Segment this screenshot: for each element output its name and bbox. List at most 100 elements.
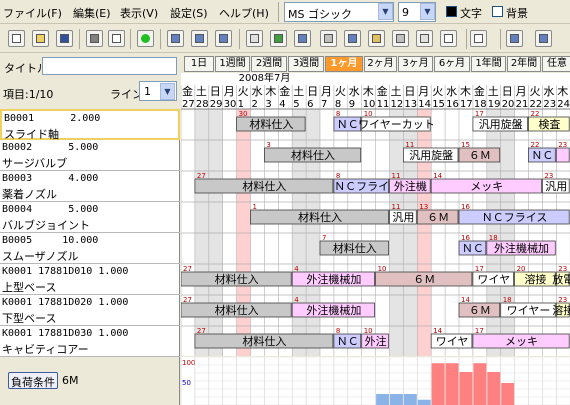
- tab-scale-6[interactable]: 3ヶ月: [398, 56, 433, 72]
- open-icon[interactable]: [32, 30, 49, 47]
- task-start-number: 16: [461, 234, 470, 242]
- day-label: 30: [224, 99, 237, 110]
- text-checkbox-label: 文字: [460, 7, 482, 20]
- task-label: 汎用: [545, 179, 567, 193]
- menu-item-0[interactable]: ファイル(F): [3, 5, 62, 21]
- arrange-icon[interactable]: [320, 30, 337, 47]
- day-label: 5: [293, 99, 299, 110]
- task-start-number: 11: [405, 141, 414, 149]
- background-checkbox[interactable]: [492, 6, 503, 17]
- task-label: 外注機械加: [306, 303, 361, 317]
- run-icon[interactable]: [137, 30, 154, 47]
- task-label: 材料仕入: [215, 272, 259, 286]
- outdent-icon[interactable]: [535, 30, 552, 47]
- task-label: ワイヤーカット: [358, 118, 435, 131]
- text-checkbox[interactable]: [446, 6, 457, 17]
- task-label: 汎用: [392, 210, 414, 224]
- task-bar[interactable]: [555, 147, 570, 163]
- chart-icon[interactable]: [294, 30, 311, 47]
- tab-scale-8[interactable]: 1年間: [471, 56, 506, 72]
- text-icon[interactable]: [344, 30, 361, 47]
- menu-item-3[interactable]: 設定(S): [170, 5, 208, 21]
- copy-icon[interactable]: [392, 30, 409, 47]
- task-start-number: 30: [239, 110, 248, 118]
- print-icon[interactable]: [86, 30, 103, 47]
- task-start-number: 1: [253, 203, 257, 211]
- list-item[interactable]: K0001 17881D020 1.000 下型ベース: [0, 295, 180, 326]
- load-bar: [417, 399, 431, 405]
- layout1-icon[interactable]: [167, 30, 184, 47]
- layout3-icon[interactable]: [215, 30, 232, 47]
- layout2-icon[interactable]: [191, 30, 208, 47]
- excel-icon[interactable]: [270, 30, 287, 47]
- day-column-shade: [486, 109, 501, 356]
- task-start-number: 17: [475, 110, 484, 118]
- new-icon[interactable]: [8, 30, 25, 47]
- tab-scale-5[interactable]: 2ヶ月: [364, 56, 397, 72]
- menu-item-1[interactable]: 編集(E): [73, 5, 111, 21]
- chevron-down-icon[interactable]: ▼: [420, 3, 435, 20]
- item-code: B0003 4.000: [2, 173, 99, 184]
- day-label: 28: [196, 99, 209, 110]
- excel-icon-glyph: [274, 34, 283, 43]
- gantt-chart[interactable]: 2008年7月金土日月火水木金土日月火水木金土日月火水木金土日月火水木 27 28 2…: [181, 73, 570, 356]
- print-preview-icon[interactable]: [108, 30, 125, 47]
- line-select[interactable]: 1 ▼: [139, 81, 177, 101]
- print-preview-icon-glyph: [112, 34, 121, 43]
- toolbar-separator: [500, 29, 501, 49]
- indent-icon[interactable]: [506, 30, 523, 47]
- font-color-icon[interactable]: [440, 30, 457, 47]
- day-label: 22: [530, 99, 543, 110]
- task-label: ６Ｍ: [413, 273, 435, 286]
- tree-icon[interactable]: [368, 30, 385, 47]
- load-bar: [487, 372, 501, 405]
- tab-scale-7[interactable]: 6ヶ月: [434, 56, 470, 72]
- scale-tabs: 1日 1週間 2週間 3週間 1ヶ月 2ヶ月 3ヶ月 6ヶ月 1年間 2年間 任意: [181, 55, 570, 73]
- chevron-down-icon[interactable]: ▼: [160, 83, 175, 100]
- list-item[interactable]: K0001 17881D010 1.000 上型ベース: [0, 264, 180, 295]
- day-column-shade: [208, 109, 223, 356]
- weekday-label: 日: [502, 85, 513, 98]
- doc-icon[interactable]: [416, 30, 433, 47]
- item-code: K0001 17881D020 1.000: [2, 297, 129, 308]
- tab-scale-4[interactable]: 1ヶ月: [325, 56, 363, 72]
- weekday-label: 金: [474, 84, 485, 98]
- save-icon[interactable]: [56, 30, 73, 47]
- task-label: 外注機械加: [494, 241, 549, 255]
- list-item[interactable]: B0002 5.000 サージバルブ: [0, 140, 180, 171]
- tab-scale-3[interactable]: 3週間: [288, 56, 324, 72]
- day-column-shade: [417, 109, 432, 356]
- list-item[interactable]: B0004 5.000 バルブジョイント: [0, 202, 180, 233]
- title-input[interactable]: [42, 57, 177, 75]
- tab-scale-2[interactable]: 2週間: [251, 56, 287, 72]
- month-label: 2008年7月: [239, 73, 291, 84]
- menu-item-2[interactable]: 表示(V): [120, 5, 158, 21]
- day-column-shade: [236, 109, 251, 356]
- fill-color-icon[interactable]: [470, 30, 487, 47]
- list-item[interactable]: B0005 10.000 スムーザノズル: [0, 233, 180, 264]
- tab-scale-9[interactable]: 2年間: [507, 56, 541, 72]
- task-start-number: 14: [433, 172, 442, 180]
- day-label: 23: [543, 99, 556, 110]
- day-label: 1: [238, 99, 244, 110]
- tab-scale-1[interactable]: 1週間: [215, 56, 250, 72]
- load-bar: [390, 394, 403, 405]
- list-item[interactable]: B0003 4.000 薬着ノズル: [0, 171, 180, 202]
- item-name: スムーザノズル: [2, 250, 79, 263]
- task-start-number: 13: [419, 203, 428, 211]
- list-item[interactable]: B0001 2.000 スライド軸: [0, 109, 180, 141]
- task-label: ワイヤー: [507, 304, 551, 317]
- toolbar-separator: [79, 29, 80, 49]
- day-label: 21: [516, 99, 529, 110]
- weekday-label: 金: [279, 84, 290, 98]
- load-condition-button[interactable]: 負荷条件: [8, 372, 58, 389]
- chevron-down-icon[interactable]: ▼: [378, 3, 393, 20]
- tab-scale-0[interactable]: 1日: [184, 56, 214, 72]
- day-label: 7: [321, 99, 327, 110]
- tab-scale-10[interactable]: 任意: [542, 56, 570, 72]
- task-label: ６Ｍ: [469, 149, 491, 162]
- list-item[interactable]: K0001 17881D030 1.000 キャビティコアー: [0, 326, 180, 357]
- menu-item-4[interactable]: ヘルプ(H): [219, 5, 269, 21]
- table-icon[interactable]: [246, 30, 263, 47]
- menu-bar: ファイル(F) 編集(E) 表示(V) 設定(S) ヘルプ(H) MS ゴシック ▼ 9 ▼ 文字…: [0, 0, 570, 24]
